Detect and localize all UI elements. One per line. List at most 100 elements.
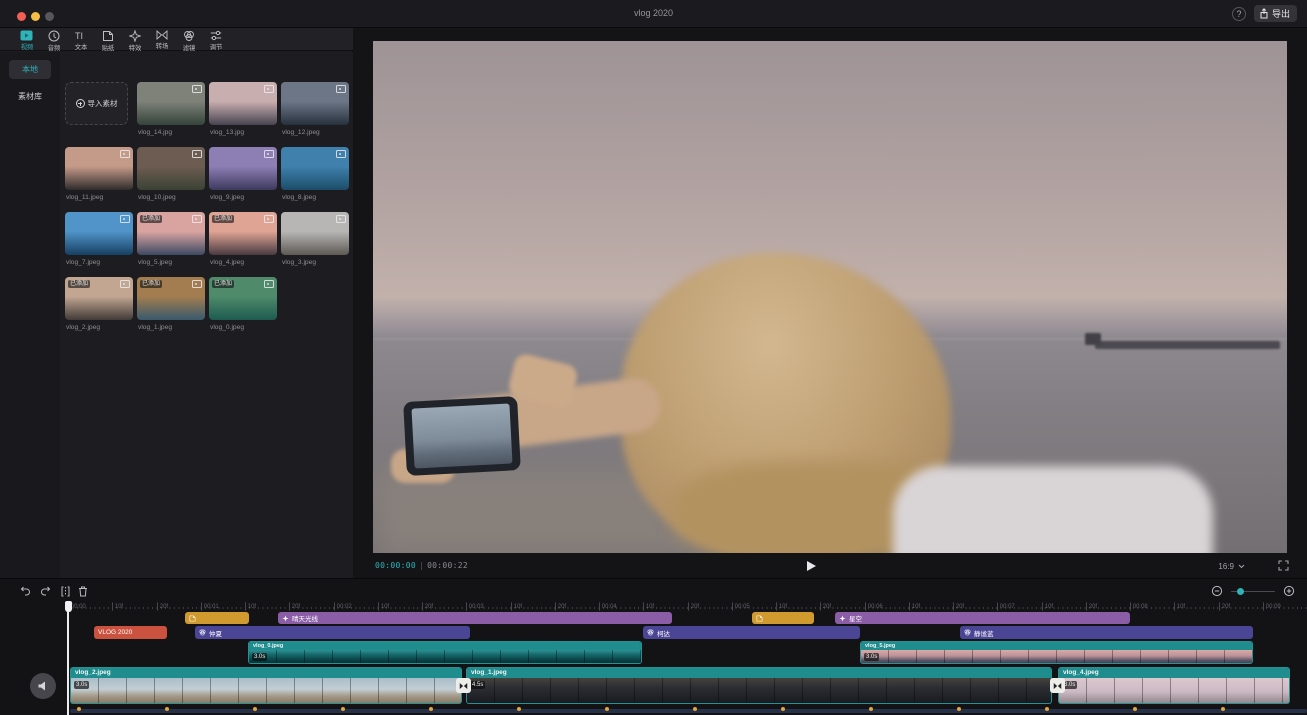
image-type-icon [120, 150, 130, 158]
transition-button[interactable] [1050, 678, 1065, 693]
media-item[interactable]: vlog_13.jpg [209, 82, 277, 125]
fullscreen-button[interactable] [1278, 560, 1289, 571]
zoom-out-icon[interactable] [1211, 585, 1223, 597]
clip-sticker[interactable] [185, 612, 249, 624]
added-badge: 已添加 [212, 215, 234, 223]
beat-marker [165, 707, 169, 711]
media-item[interactable]: vlog_14.jpg [137, 82, 205, 125]
image-type-icon [192, 280, 202, 288]
timeline-zoom-slider[interactable] [1231, 584, 1275, 598]
sidebar-item-library[interactable]: 素材库 [9, 87, 51, 106]
track-text-filters: VLOG 2020 仲夏 柯达 静谧蓝 [0, 626, 1307, 639]
media-item-name: vlog_5.jpeg [138, 259, 172, 266]
timecode-total: 00:00:22 [427, 561, 468, 570]
import-material-button[interactable]: 导入素材 [65, 82, 128, 125]
timeline-toolbar [0, 579, 1307, 603]
video-clip[interactable]: vlog_4.jpeg3.0s [1058, 667, 1290, 704]
clip-effect[interactable]: 星空 [835, 612, 1130, 624]
media-item[interactable]: vlog_10.jpeg [137, 147, 205, 190]
tab-video[interactable]: 视频 [13, 28, 40, 51]
tab-sticker[interactable]: 贴纸 [94, 28, 121, 51]
clip-text[interactable]: VLOG 2020 [94, 626, 167, 639]
clip-sticker[interactable] [752, 612, 814, 624]
video-clip[interactable]: vlog_5.jpeg3.0s [860, 641, 1253, 664]
beat-marker [781, 707, 785, 711]
media-item[interactable]: 已添加vlog_2.jpeg [65, 277, 133, 320]
duration-badge: 3.0s [252, 653, 267, 661]
media-item[interactable]: vlog_12.jpeg [281, 82, 349, 125]
sidebar-item-local[interactable]: 本地 [9, 60, 51, 79]
clip-label: VLOG 2020 [98, 629, 132, 636]
timecode-current: 00:00:00 [375, 561, 416, 570]
media-item-name: vlog_7.jpeg [66, 259, 100, 266]
image-type-icon [336, 85, 346, 93]
beat-marker [957, 707, 961, 711]
filter-icon [964, 629, 971, 636]
media-item[interactable]: 已添加vlog_0.jpeg [209, 277, 277, 320]
split-button[interactable] [58, 584, 72, 598]
tab-filter[interactable]: 滤镜 [175, 28, 202, 51]
filmstrip-frames [71, 678, 461, 703]
tab-audio[interactable]: 音频 [40, 28, 67, 51]
beat-marker [1221, 707, 1225, 711]
ruler-label: 10f [776, 602, 787, 610]
playhead-line [67, 601, 69, 715]
image-type-icon [336, 215, 346, 223]
clip-filter[interactable]: 静谧蓝 [960, 626, 1253, 639]
duration-badge: 3.0s [864, 653, 879, 661]
tab-adjust[interactable]: 调节 [202, 28, 229, 51]
ruler-label: 00:09 [1263, 602, 1281, 610]
audio-icon [48, 30, 60, 42]
media-item[interactable]: 已添加vlog_4.jpeg [209, 212, 277, 255]
redo-button[interactable] [38, 584, 52, 598]
media-item[interactable]: 已添加vlog_1.jpeg [137, 277, 205, 320]
tab-transition[interactable]: 转场 [148, 28, 175, 51]
video-clip[interactable]: vlog_0.jpeg3.0s [248, 641, 642, 664]
media-item[interactable]: vlog_7.jpeg [65, 212, 133, 255]
media-item-name: vlog_13.jpg [210, 129, 244, 136]
media-item[interactable]: vlog_3.jpeg [281, 212, 349, 255]
track-mute-button[interactable] [30, 673, 56, 699]
video-clip-filmstrip: 3.0s [249, 650, 641, 663]
video-clip-filmstrip: 3.0s [71, 678, 461, 703]
image-type-icon [192, 215, 202, 223]
timecode-divider: | [419, 561, 424, 570]
media-item[interactable]: vlog_9.jpeg [209, 147, 277, 190]
ruler-label: 20f [1086, 602, 1097, 610]
export-button[interactable]: 导出 [1254, 5, 1297, 22]
clip-effect[interactable]: 晴天光线 [278, 612, 672, 624]
clip-label: 晴天光线 [292, 613, 318, 623]
tab-text[interactable]: TI文本 [67, 28, 94, 51]
image-type-icon [192, 150, 202, 158]
clip-filter[interactable]: 柯达 [643, 626, 860, 639]
ruler-label: 10f [378, 602, 389, 610]
media-item[interactable]: 已添加vlog_5.jpeg [137, 212, 205, 255]
undo-button[interactable] [18, 584, 32, 598]
video-clip[interactable]: vlog_2.jpeg3.0s [70, 667, 462, 704]
delete-button[interactable] [76, 584, 90, 598]
playhead-handle[interactable] [65, 601, 72, 612]
tab-effects[interactable]: 特效 [121, 28, 148, 51]
zoom-in-icon[interactable] [1283, 585, 1295, 597]
transition-button[interactable] [456, 678, 471, 693]
beat-marker [1045, 707, 1049, 711]
video-clip-name: vlog_1.jpeg [467, 668, 1051, 678]
sticker-icon [189, 615, 196, 622]
video-clip[interactable]: vlog_1.jpeg4.5s [466, 667, 1052, 704]
video-icon [20, 30, 33, 41]
clip-filter[interactable]: 仲夏 [195, 626, 470, 639]
ruler-label: 20f [953, 602, 964, 610]
timeline-panel: 00:0010f20f00:0110f20f00:0210f20f00:0310… [0, 578, 1307, 715]
aspect-ratio-dropdown[interactable]: 16:9 [1218, 562, 1245, 571]
tab-video-label: 视频 [20, 43, 33, 52]
import-material-label: 导入素材 [88, 98, 118, 109]
help-button[interactable]: ? [1232, 7, 1246, 21]
media-item[interactable]: vlog_11.jpeg [65, 147, 133, 190]
ruler-label: 00:01 [201, 602, 219, 610]
filter-icon [199, 629, 206, 636]
play-button[interactable] [803, 558, 819, 574]
effect-icon [282, 615, 289, 622]
media-item[interactable]: vlog_8.jpeg [281, 147, 349, 190]
zoom-slider-knob[interactable] [1237, 588, 1244, 595]
media-item-name: vlog_1.jpeg [138, 324, 172, 331]
